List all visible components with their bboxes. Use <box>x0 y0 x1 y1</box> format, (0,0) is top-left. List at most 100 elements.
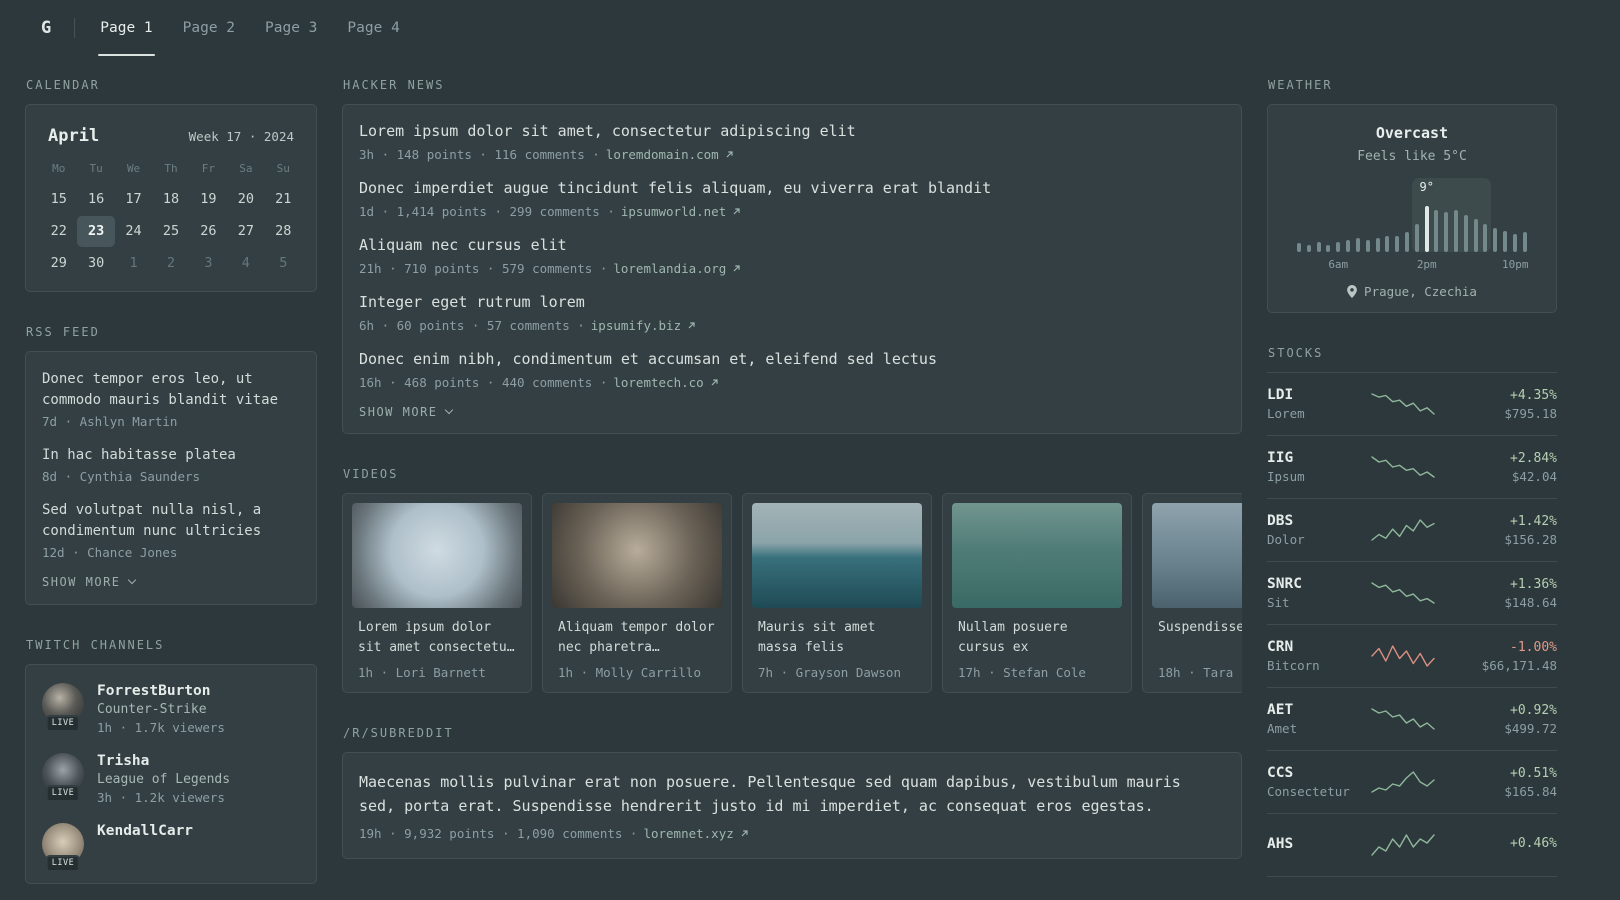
rss-item: Sed volutpat nulla nisl, a condimentum n… <box>42 500 300 560</box>
twitch-channel[interactable]: LIVE ForrestBurton Counter-Strike 1h · 1… <box>42 683 300 735</box>
stock-row[interactable]: AET Amet +0.92% $499.72 <box>1267 688 1557 751</box>
twitch-channel[interactable]: LIVE Trisha League of Legends 3h · 1.2k … <box>42 753 300 805</box>
story-title[interactable]: Lorem ipsum dolor sit amet, consectetur … <box>359 121 1225 142</box>
tab-page-3[interactable]: Page 3 <box>263 0 319 56</box>
stock-row[interactable]: SNRC Sit +1.36% $148.64 <box>1267 562 1557 625</box>
story-domain[interactable]: ipsumworld.net <box>621 204 726 219</box>
calendar-month: April <box>48 126 100 146</box>
stocks-widget: STOCKS LDI Lorem +4.35% $795.18 IIG Ipsu… <box>1267 346 1557 877</box>
rss-item: In hac habitasse platea 8d · Cynthia Sau… <box>42 445 300 484</box>
calendar-weekday: Mo <box>52 162 66 175</box>
sparkline-svg <box>1371 771 1435 793</box>
story-title[interactable]: Donec imperdiet augue tincidunt felis al… <box>359 178 1225 199</box>
rss-item-title[interactable]: Donec tempor eros leo, ut commodo mauris… <box>42 369 300 411</box>
stock-name: Lorem <box>1267 406 1305 421</box>
sparkline-svg <box>1371 519 1435 541</box>
temperature-bar <box>1444 212 1449 252</box>
story-title[interactable]: Aliquam nec cursus elit <box>359 235 1225 256</box>
stock-row[interactable]: CRN Bitcorn -1.00% $66,171.48 <box>1267 625 1557 688</box>
show-more-label: SHOW MORE <box>359 405 438 419</box>
stock-name: Dolor <box>1267 532 1305 547</box>
stock-sparkline <box>1371 580 1435 606</box>
video-card[interactable]: Aliquam tempor dolor nec pharetra… 1h · … <box>542 493 732 693</box>
tab-page-2[interactable]: Page 2 <box>181 0 237 56</box>
avatar: LIVE <box>42 753 84 802</box>
story-domain[interactable]: loremdomain.com <box>606 147 719 162</box>
rss-card: Donec tempor eros leo, ut commodo mauris… <box>25 351 317 605</box>
calendar-day: 20 <box>237 191 254 207</box>
stock-row[interactable]: IIG Ipsum +2.84% $42.04 <box>1267 436 1557 499</box>
calendar-day-grid: 15 16 17 18 19 20 21 22 23 24 25 26 27 2… <box>40 184 302 279</box>
calendar-day: 19 <box>200 191 217 207</box>
story-domain[interactable]: loremlandia.org <box>613 261 726 276</box>
story-title[interactable]: Donec enim nibh, condimentum et accumsan… <box>359 349 1225 370</box>
video-title: Aliquam tempor dolor nec pharetra… <box>558 620 715 655</box>
calendar-day: 15 <box>50 191 67 207</box>
stock-row[interactable]: AHS +0.46% <box>1267 814 1557 877</box>
calendar-day: 26 <box>200 223 217 239</box>
hn-story: Donec imperdiet augue tincidunt felis al… <box>359 178 1225 219</box>
stock-sparkline <box>1371 454 1435 480</box>
post-domain[interactable]: loremnet.xyz <box>643 826 733 841</box>
temperature-bar <box>1395 236 1400 252</box>
calendar-card: April Week 17 · 2024 Mo Tu We Th Fr Sa S… <box>25 104 317 292</box>
calendar-day: 5 <box>279 255 288 271</box>
hour-label: 10pm <box>1502 258 1529 271</box>
calendar-day: 29 <box>50 255 67 271</box>
rss-show-more[interactable]: SHOW MORE <box>42 575 300 589</box>
post-text[interactable]: Maecenas mollis pulvinar erat non posuer… <box>359 770 1225 818</box>
twitch-card: LIVE ForrestBurton Counter-Strike 1h · 1… <box>25 664 317 884</box>
stock-row[interactable]: DBS Dolor +1.42% $156.28 <box>1267 499 1557 562</box>
video-card[interactable]: Lorem ipsum dolor sit amet consectetu… 1… <box>342 493 532 693</box>
temperature-bar <box>1493 228 1498 252</box>
avatar: LIVE <box>42 683 84 732</box>
channel-category: League of Legends <box>97 772 231 787</box>
external-link-icon <box>687 321 696 330</box>
hackernews-title: HACKER NEWS <box>343 78 445 92</box>
stock-price: $795.18 <box>1504 405 1557 421</box>
sparkline-svg <box>1371 834 1435 856</box>
center-column: HACKER NEWS Lorem ipsum dolor sit amet, … <box>342 78 1242 892</box>
channel-name: KendallCarr <box>97 823 194 839</box>
stock-row[interactable]: LDI Lorem +4.35% $795.18 <box>1267 373 1557 436</box>
stock-price: $165.84 <box>1504 783 1557 799</box>
tab-page-4[interactable]: Page 4 <box>345 0 401 56</box>
calendar-day: 2 <box>166 255 176 271</box>
tab-page-1[interactable]: Page 1 <box>98 0 156 56</box>
temperature-bar <box>1503 231 1508 252</box>
stock-price: $42.04 <box>1511 468 1557 484</box>
story-title[interactable]: Integer eget rutrum lorem <box>359 292 1225 313</box>
temperature-bar <box>1434 210 1439 252</box>
calendar-weekday: Su <box>276 162 290 175</box>
stock-ticker: CRN <box>1267 639 1294 655</box>
stock-change: +1.36% <box>1510 576 1557 592</box>
stock-name: Consectetur <box>1267 784 1350 799</box>
show-more-label: SHOW MORE <box>42 575 121 589</box>
calendar-weekday-row: Mo Tu We Th Fr Sa Su <box>40 158 302 184</box>
rss-item-title[interactable]: Sed volutpat nulla nisl, a condimentum n… <box>42 500 300 542</box>
stock-name: Amet <box>1267 721 1298 736</box>
live-badge: LIVE <box>45 855 81 872</box>
twitch-channel[interactable]: LIVE KendallCarr <box>42 823 300 872</box>
calendar-day: 1 <box>129 255 138 271</box>
calendar-day: 24 <box>125 223 142 239</box>
stock-price: $499.72 <box>1504 720 1557 736</box>
stock-change: +4.35% <box>1510 387 1557 403</box>
sparkline-svg <box>1371 582 1435 604</box>
video-card[interactable]: Nullam posuere cursus ex 17h · Stefan Co… <box>942 493 1132 693</box>
stock-ticker: SNRC <box>1267 576 1302 592</box>
video-card[interactable]: Suspendisse diam 18h · Tara <box>1142 493 1242 693</box>
channel-category: Counter-Strike <box>97 702 207 717</box>
stock-row[interactable]: CCS Consectetur +0.51% $165.84 <box>1267 751 1557 814</box>
rss-item-title[interactable]: In hac habitasse platea <box>42 445 300 466</box>
calendar-day: 18 <box>162 191 180 207</box>
story-meta: 1d · 1,414 points · 299 comments · ipsum… <box>359 204 1225 219</box>
story-domain[interactable]: loremtech.co <box>613 375 703 390</box>
calendar-day: 27 <box>237 223 254 239</box>
hn-show-more[interactable]: SHOW MORE <box>359 405 1225 419</box>
temperature-bar <box>1306 245 1311 252</box>
videos-row: Lorem ipsum dolor sit amet consectetu… 1… <box>342 493 1242 693</box>
calendar-weekday: Th <box>164 162 178 175</box>
story-domain[interactable]: ipsumify.biz <box>591 318 681 333</box>
video-card[interactable]: Mauris sit amet massa felis 7h · Grayson… <box>742 493 932 693</box>
